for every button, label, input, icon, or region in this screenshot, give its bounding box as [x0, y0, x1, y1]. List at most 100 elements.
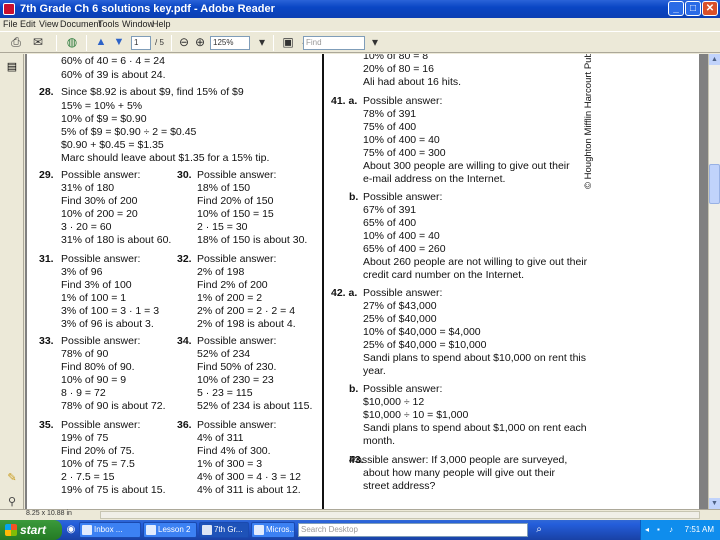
maximize-button[interactable]: □: [685, 1, 701, 16]
problem-line: Find 20% of 75.: [61, 445, 135, 457]
menu-edit[interactable]: Edit: [20, 19, 36, 29]
zoom-level-select[interactable]: 125%: [210, 36, 250, 50]
problem-line: Find 20% of 150: [197, 195, 274, 207]
email-icon[interactable]: ✉: [30, 35, 46, 50]
windows-logo-icon: [5, 524, 17, 536]
menu-document[interactable]: Document: [60, 19, 101, 29]
problem-line: Possible answer:: [61, 335, 141, 347]
problem-line: 10% of 75 = 7.5: [61, 458, 135, 470]
text-line: street address?: [363, 480, 436, 492]
problem-number: 33.: [39, 335, 54, 347]
volume-icon[interactable]: ♪: [669, 525, 679, 535]
text-line: 10% of $9 = $0.90: [61, 113, 147, 125]
problem-line: Find 30% of 200: [61, 195, 138, 207]
start-button[interactable]: start: [0, 520, 62, 540]
window-title: 7th Grade Ch 6 solutions key.pdf - Adobe…: [20, 3, 275, 15]
menu-file[interactable]: File: [3, 19, 18, 29]
problem-number: 30.: [177, 169, 192, 181]
problem-line: 31% of 180 is about 60.: [61, 234, 172, 246]
problem-number: 32.: [177, 253, 192, 265]
close-button[interactable]: ✕: [702, 1, 718, 16]
page-number-input[interactable]: 1: [131, 36, 151, 50]
powerpoint-icon: [146, 525, 156, 535]
text-line: 10% of 400 = 40: [363, 134, 440, 146]
text-line: 60% of 39 is about 24.: [61, 69, 166, 81]
text-line: about how many people will give out thei…: [363, 467, 556, 479]
menu-bar: File Edit View Document Tools Window Hel…: [0, 18, 720, 31]
problem-line: 3% of 100 = 3 · 1 = 3: [61, 305, 160, 317]
pages-panel-icon[interactable]: ▤: [5, 60, 19, 74]
search-icon[interactable]: ⌕: [532, 523, 546, 537]
scroll-down-icon[interactable]: ▼: [709, 498, 720, 509]
menu-help[interactable]: Help: [152, 19, 171, 29]
problem-number: 31.: [39, 253, 54, 265]
problem-line: Possible answer:: [61, 169, 141, 181]
problem-number: 34.: [177, 335, 192, 347]
tray-icon[interactable]: ◂: [645, 525, 655, 535]
text-line: $10,000 ÷ 12: [363, 396, 425, 408]
problem-number: 41. a.: [331, 95, 358, 107]
print-icon[interactable]: ⎙: [8, 35, 24, 50]
problem-line: Find 50% of 230.: [197, 361, 277, 373]
text-line: Marc should leave about $1.35 for a 15% …: [61, 152, 270, 164]
text-line: Possible answer:: [363, 287, 443, 299]
menu-tools[interactable]: Tools: [98, 19, 119, 29]
problem-line: 4% of 311: [197, 432, 244, 444]
text-line: 25% of $40,000 = $10,000: [363, 339, 487, 351]
problem-line: 31% of 180: [61, 182, 115, 194]
pdf-page: 60% of 40 = 6 · 4 = 24 60% of 39 is abou…: [27, 54, 699, 509]
minimize-button[interactable]: _: [668, 1, 684, 16]
horizontal-scrollbar[interactable]: [100, 511, 700, 519]
vertical-scrollbar[interactable]: ▲ ▼: [708, 54, 720, 509]
network-icon[interactable]: ▪: [657, 525, 667, 535]
text-line: Possible answer:: [363, 95, 443, 107]
problem-line: 78% of 90: [61, 348, 109, 360]
previous-page-icon[interactable]: ▲: [93, 35, 109, 50]
text-line: Sandi plans to spend about $1,000 on ren…: [363, 422, 587, 434]
text-line: 67% of 391: [363, 204, 417, 216]
document-viewport: 60% of 40 = 6 · 4 = 24 60% of 39 is abou…: [25, 54, 708, 509]
fit-page-icon[interactable]: ▣: [280, 35, 296, 50]
word-icon: [254, 525, 264, 535]
text-line: 10% of 80 = 8: [363, 54, 429, 62]
scroll-up-icon[interactable]: ▲: [709, 54, 720, 65]
comments-icon[interactable]: ✎: [5, 471, 19, 485]
zoom-out-icon[interactable]: ⊖: [176, 35, 192, 50]
menu-window[interactable]: Window: [122, 19, 154, 29]
text-line: 10% of 400 = 40: [363, 230, 440, 242]
copyright-notice: © Houghton Mifflin Harcourt Publishing C…: [583, 54, 594, 189]
problem-line: Possible answer:: [197, 253, 277, 265]
clock: 7:51 AM: [684, 525, 714, 534]
scroll-thumb[interactable]: [709, 164, 720, 204]
problem-line: Find 80% of 90.: [61, 361, 135, 373]
problem-line: 10% of 230 = 23: [197, 374, 274, 386]
find-dropdown-chevron-icon[interactable]: ▾: [367, 35, 383, 50]
system-tray: ◂ ▪ ♪ 7:51 AM: [640, 520, 720, 540]
problem-line: 2% of 198 is about 4.: [197, 318, 296, 330]
text-line: year.: [363, 365, 386, 377]
taskbar-button-inbox[interactable]: Inbox ...: [79, 522, 141, 538]
taskbar-button-microsoft[interactable]: Micros...: [251, 522, 295, 538]
zoom-dropdown-chevron-icon[interactable]: ▾: [254, 35, 270, 50]
text-line: Possible answer:: [363, 383, 443, 395]
attachments-icon[interactable]: ⚲: [5, 495, 19, 509]
text-line: 65% of 400 = 260: [363, 243, 446, 255]
globe-icon[interactable]: ◍: [64, 35, 80, 50]
zoom-in-icon[interactable]: ⊕: [192, 35, 208, 50]
problem-line: 8 · 9 = 72: [61, 387, 106, 399]
find-input[interactable]: Find: [303, 36, 365, 50]
problem-line: Possible answer:: [197, 169, 277, 181]
taskbar: start ◉ Inbox ... Lesson 2 7th Gr... Mic…: [0, 520, 720, 540]
desktop-search-input[interactable]: Search Desktop: [298, 523, 528, 537]
text-line: $0.90 + $0.45 = $1.35: [61, 139, 164, 151]
text-line: 75% of 400 = 300: [363, 147, 446, 159]
next-page-icon[interactable]: ▼: [111, 35, 127, 50]
quick-launch-icon[interactable]: ◉: [64, 523, 78, 537]
taskbar-button-reader[interactable]: 7th Gr...: [199, 522, 249, 538]
text-line: 5% of $9 = $0.90 ÷ 2 = $0.45: [61, 126, 197, 138]
menu-view[interactable]: View: [39, 19, 58, 29]
taskbar-button-lesson[interactable]: Lesson 2: [143, 522, 197, 538]
problem-line: 52% of 234: [197, 348, 251, 360]
text-line: 25% of $40,000: [363, 313, 437, 325]
text-line: Possible answer: If 3,000 people are sur…: [349, 454, 568, 466]
